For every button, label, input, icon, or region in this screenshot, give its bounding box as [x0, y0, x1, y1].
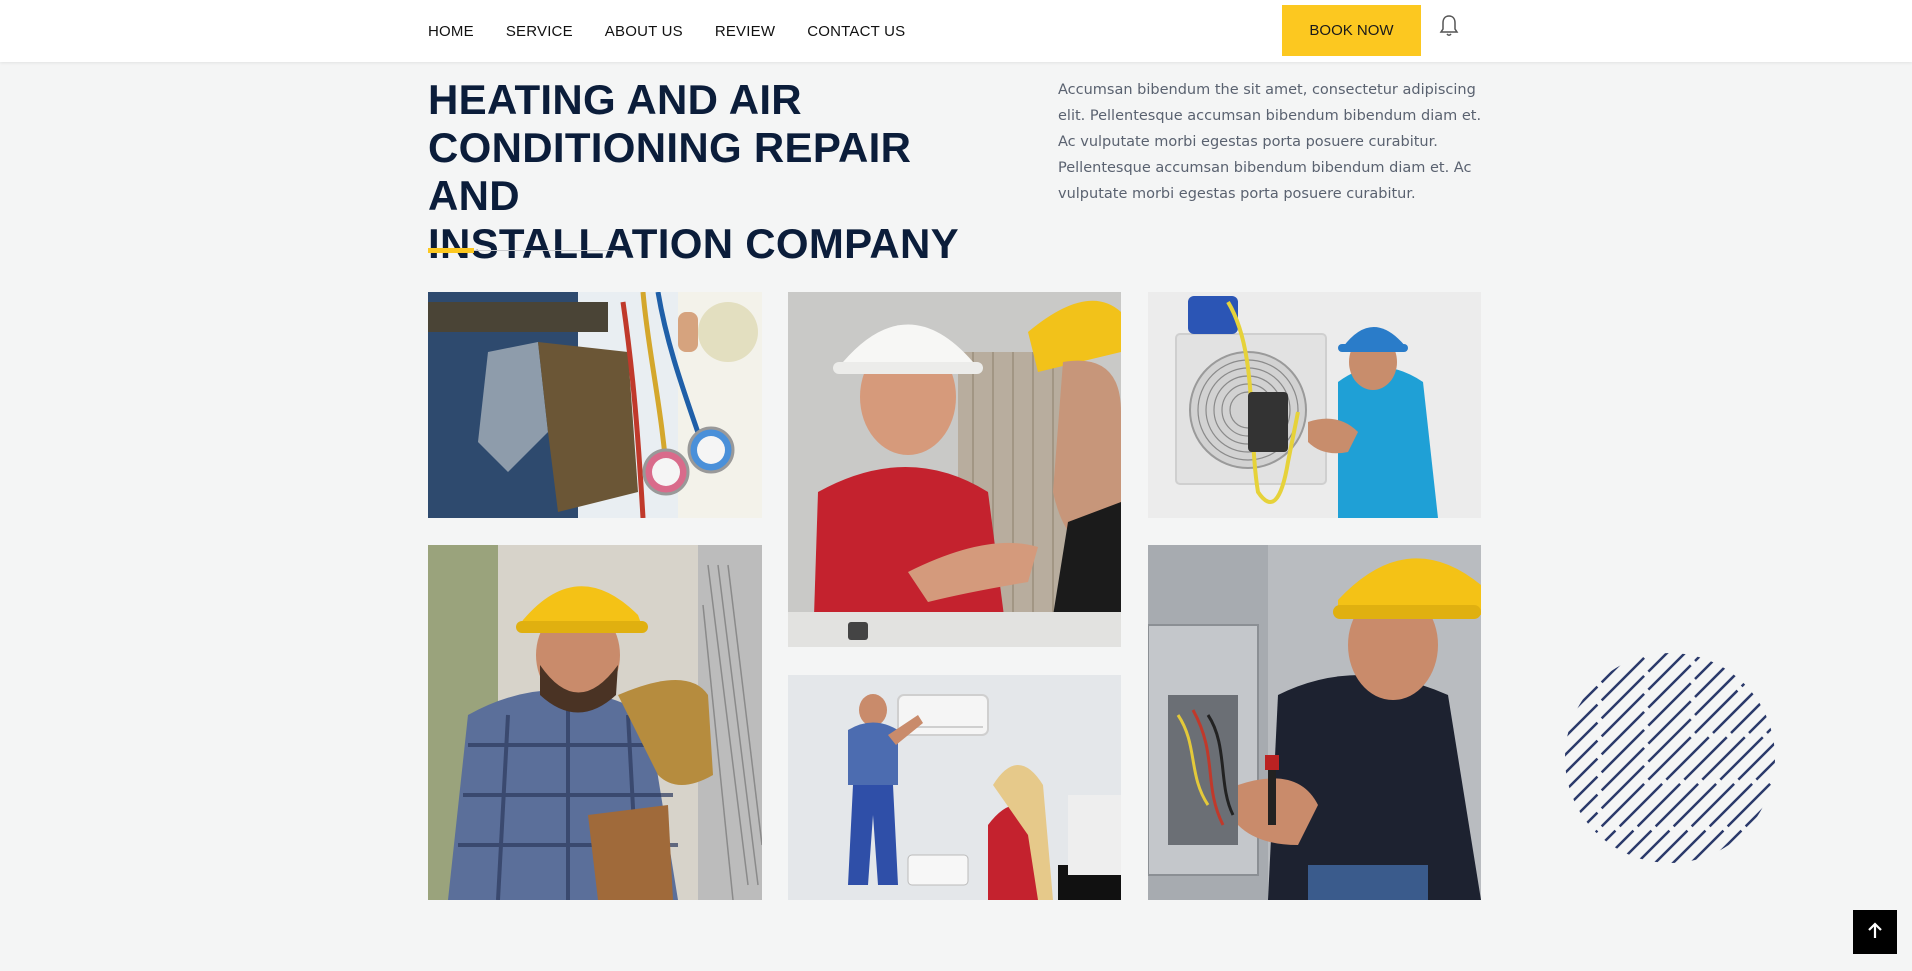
photo-technicians-talking — [788, 292, 1121, 647]
page-title: HEATING AND AIR CONDITIONING REPAIR AND … — [428, 76, 988, 268]
photo-technician-electrical-panel — [1148, 545, 1481, 900]
photo-tool-belt-gauges — [428, 292, 762, 518]
title-line-2: CONDITIONING REPAIR AND — [428, 124, 912, 219]
nav-contact-us[interactable]: CONTACT US — [807, 23, 905, 40]
photo-indoor-ac-repair — [788, 675, 1121, 900]
title-underline — [428, 247, 618, 253]
title-line-3: INSTALLATION COMPANY — [428, 220, 959, 267]
arrow-up-icon — [1865, 921, 1885, 944]
nav-service[interactable]: SERVICE — [506, 23, 573, 40]
nav-review[interactable]: REVIEW — [715, 23, 775, 40]
title-line-1: HEATING AND AIR — [428, 76, 802, 123]
next-section-edge — [0, 966, 1912, 971]
underline-accent — [428, 248, 474, 253]
intro-paragraph: Accumsan bibendum the sit amet, consecte… — [1058, 82, 1482, 202]
book-now-button[interactable]: BOOK NOW — [1282, 5, 1421, 56]
top-navbar: HOME SERVICE ABOUT US REVIEW CONTACT US … — [0, 0, 1912, 62]
nav-about-us[interactable]: ABOUT US — [605, 23, 683, 40]
nav-home[interactable]: HOME — [428, 23, 474, 40]
main-nav: HOME SERVICE ABOUT US REVIEW CONTACT US — [428, 0, 905, 62]
scroll-to-top-button[interactable] — [1853, 910, 1897, 954]
bell-icon[interactable] — [1438, 14, 1460, 38]
decorative-striped-circle — [1565, 653, 1775, 863]
photo-technician-plaid-shirt — [428, 545, 762, 900]
photo-technician-outdoor-unit — [1148, 292, 1481, 518]
